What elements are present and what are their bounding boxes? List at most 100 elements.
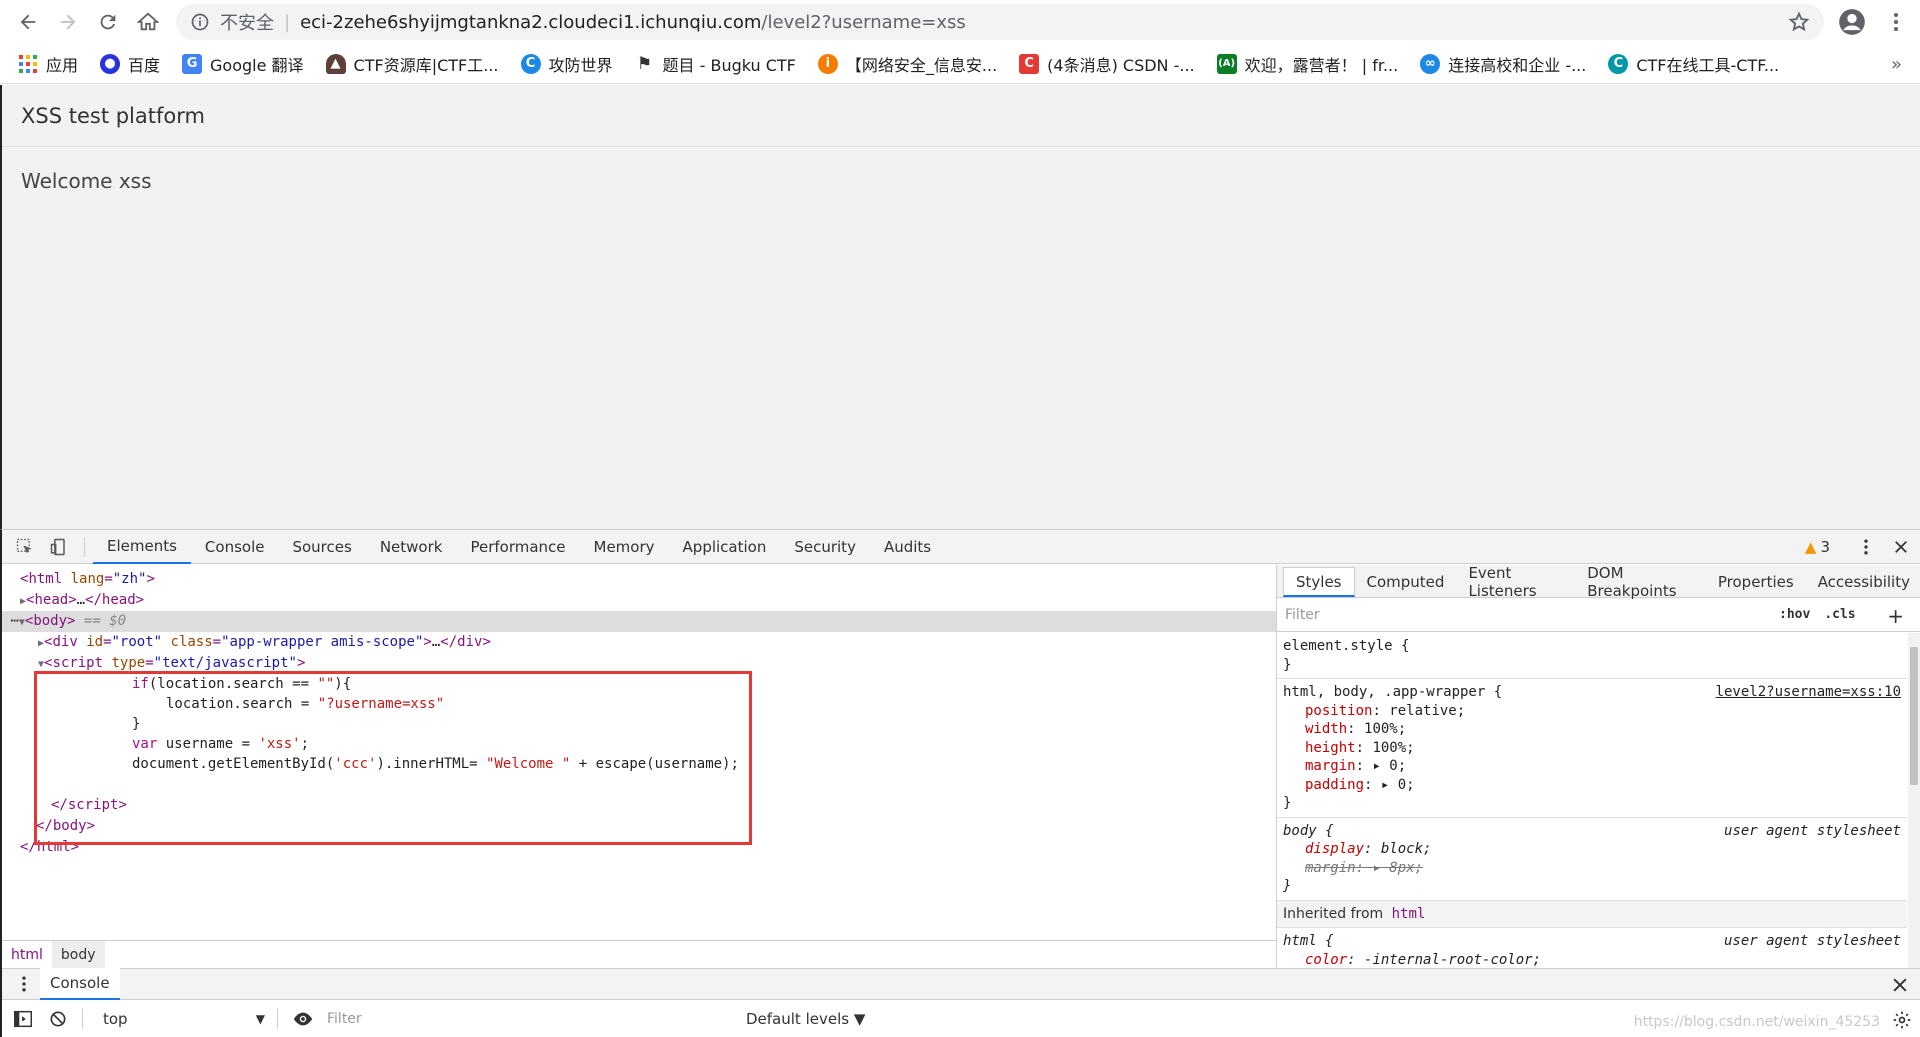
devtools-menu-icon[interactable] [1856,537,1876,557]
bookmark-apps[interactable]: 应用 [18,52,78,76]
home-button[interactable] [128,2,168,42]
styles-filter-input[interactable] [1285,603,1765,626]
watermark: https://blog.csdn.net/weixin_45253 [1633,1014,1880,1030]
console-sidebar-icon[interactable] [12,1008,34,1030]
rule-close: } [1283,878,1292,894]
csdn-icon: C [1019,53,1040,74]
not-secure-label[interactable]: 不安全 [220,9,274,35]
address-bar[interactable]: 不安全 | eci-2zehe6shyijmgtankna2.cloudeci1… [176,4,1824,40]
dom-node-head[interactable]: ▶<head>…</head> [20,590,1294,611]
css-declaration[interactable]: position: relative; [1283,702,1901,721]
inspect-element-button[interactable] [8,530,42,564]
tab-computed[interactable]: Computed [1355,567,1457,597]
attr-value: "root" [111,634,163,650]
dom-node-html[interactable]: <html lang="zh"> [20,569,1294,590]
devtools-close-icon[interactable] [1892,538,1910,556]
bookmark-ctf-tools[interactable]: C CTF在线工具-CTF... [1608,52,1779,76]
device-mobile-icon [50,538,65,555]
css-declaration[interactable]: width: 100%; [1283,720,1901,739]
cls-toggle[interactable]: .cls [1824,607,1855,622]
tab-audits[interactable]: Audits [870,530,945,564]
new-style-rule-button[interactable]: + [1887,604,1904,628]
tab-accessibility[interactable]: Accessibility [1806,567,1920,597]
bookmark-bugku[interactable]: ⚑ 题目 - Bugku CTF [635,52,796,76]
forward-button[interactable] [48,2,88,42]
selected-node-ref: == $0 [83,613,127,629]
rule-html-ua[interactable]: html { user agent stylesheet color: -int… [1277,928,1907,968]
device-toolbar-button[interactable] [42,530,76,564]
tab-memory[interactable]: Memory [580,530,669,564]
attr-name: id [86,634,104,650]
bookmark-label: 应用 [46,55,79,75]
drawer-menu-icon[interactable] [14,974,34,994]
browser-toolbar: 不安全 | eci-2zehe6shyijmgtankna2.cloudeci1… [0,0,1920,44]
bookmark-google-translate[interactable]: G Google 翻译 [182,52,304,76]
drawer-tab-console[interactable]: Console [40,968,120,1000]
css-declaration-overridden[interactable]: margin: ▸ 8px; [1283,859,1901,878]
live-expression-eye-icon[interactable] [292,1008,314,1030]
css-property: height [1305,739,1356,756]
rule-source-link[interactable]: level2?username=xss:10 [1716,683,1901,702]
bookmark-freecodecamp[interactable]: (A) 欢迎，露营者！ | fr... [1216,52,1398,76]
tab-performance[interactable]: Performance [456,530,579,564]
log-levels-dropdown[interactable]: Default levels ▼ [746,1010,865,1028]
console-context-select[interactable]: top ▼ [99,1007,269,1031]
tag-name: div [52,634,78,650]
bookmarks-overflow-button[interactable]: » [1891,54,1902,75]
tab-event-listeners[interactable]: Event Listeners [1456,564,1575,600]
hov-toggle[interactable]: :hov [1779,607,1810,622]
styles-scrollbar[interactable] [1908,633,1920,968]
warnings-counter[interactable]: ▲ 3 [1805,538,1830,556]
tab-security[interactable]: Security [780,530,870,564]
tab-properties[interactable]: Properties [1706,567,1806,597]
tab-console[interactable]: Console [191,530,279,564]
console-settings-gear-icon[interactable] [1892,1010,1912,1030]
bookmark-star-icon[interactable] [1788,11,1810,33]
dom-node-div-root[interactable]: ▶<div id="root" class="app-wrapper amis-… [38,632,1312,653]
css-declaration[interactable]: padding: ▸ 0; [1283,776,1901,795]
bugku-flag-icon: ⚑ [636,53,653,74]
rule-element-style[interactable]: element.style { } [1277,633,1907,679]
drawer-close-icon[interactable] [1890,975,1910,995]
tab-elements[interactable]: Elements [93,530,191,564]
rule-body-ua[interactable]: body { user agent stylesheet display: bl… [1277,818,1907,901]
css-property: display [1305,841,1365,857]
profile-avatar-icon[interactable] [1838,8,1866,36]
bookmark-ctf-resource[interactable]: ▲ CTF资源库|CTF工... [325,52,499,76]
css-value: ▸ 0; [1380,776,1415,793]
baidu-icon: ● [100,53,121,74]
bookmark-security[interactable]: i 【网络安全_信息安... [817,52,997,76]
bookmark-label: 连接高校和企业 -... [1448,55,1587,75]
tab-dom-breakpoints[interactable]: DOM Breakpoints [1575,564,1706,600]
bookmark-adworld[interactable]: C 攻防世界 [520,52,613,76]
styles-scrollbar-thumb[interactable] [1910,647,1918,785]
breadcrumb-body[interactable]: body [51,940,105,969]
inherited-header: Inherited from html [1277,900,1907,928]
url-host: eci-2zehe6shyijmgtankna2.cloudeci1.ichun… [300,11,762,33]
bookmark-baidu[interactable]: ● 百度 [100,52,160,76]
css-declaration[interactable]: display: block; [1283,840,1901,859]
css-declaration[interactable]: color: -internal-root-color; [1283,951,1901,969]
css-value: ▸ 0; [1372,758,1407,774]
dom-node-body[interactable]: ⋯▼<body> == $0 [2,611,1276,632]
info-icon[interactable] [190,12,210,32]
console-filter-input[interactable] [326,1007,734,1031]
clear-console-icon[interactable] [48,1009,68,1029]
rule-html-body-wrapper[interactable]: html, body, .app-wrapper { level2?userna… [1277,679,1907,818]
back-button[interactable] [8,2,48,42]
tab-styles[interactable]: Styles [1283,567,1355,597]
breadcrumb-html[interactable]: html [2,941,52,969]
bookmark-csdn[interactable]: C (4条消息) CSDN -... [1019,52,1195,76]
css-declaration[interactable]: height: 100%; [1283,739,1901,758]
css-declaration[interactable]: margin: ▸ 0; [1283,757,1901,776]
styles-tab-bar: Styles Computed Event Listeners DOM Brea… [1277,564,1920,600]
tab-sources[interactable]: Sources [278,530,365,564]
console-toolbar: top ▼ Default levels ▼ https://blog.csdn… [2,1000,1920,1037]
kebab-menu-icon[interactable] [1884,10,1908,34]
reload-button[interactable] [88,2,128,42]
tag-name: body [33,613,68,629]
tab-application[interactable]: Application [669,530,781,564]
inherited-tag-link[interactable]: html [1392,906,1426,922]
tab-network[interactable]: Network [366,530,457,564]
bookmark-nowcoder[interactable]: ∞ 连接高校和企业 -... [1420,52,1586,76]
